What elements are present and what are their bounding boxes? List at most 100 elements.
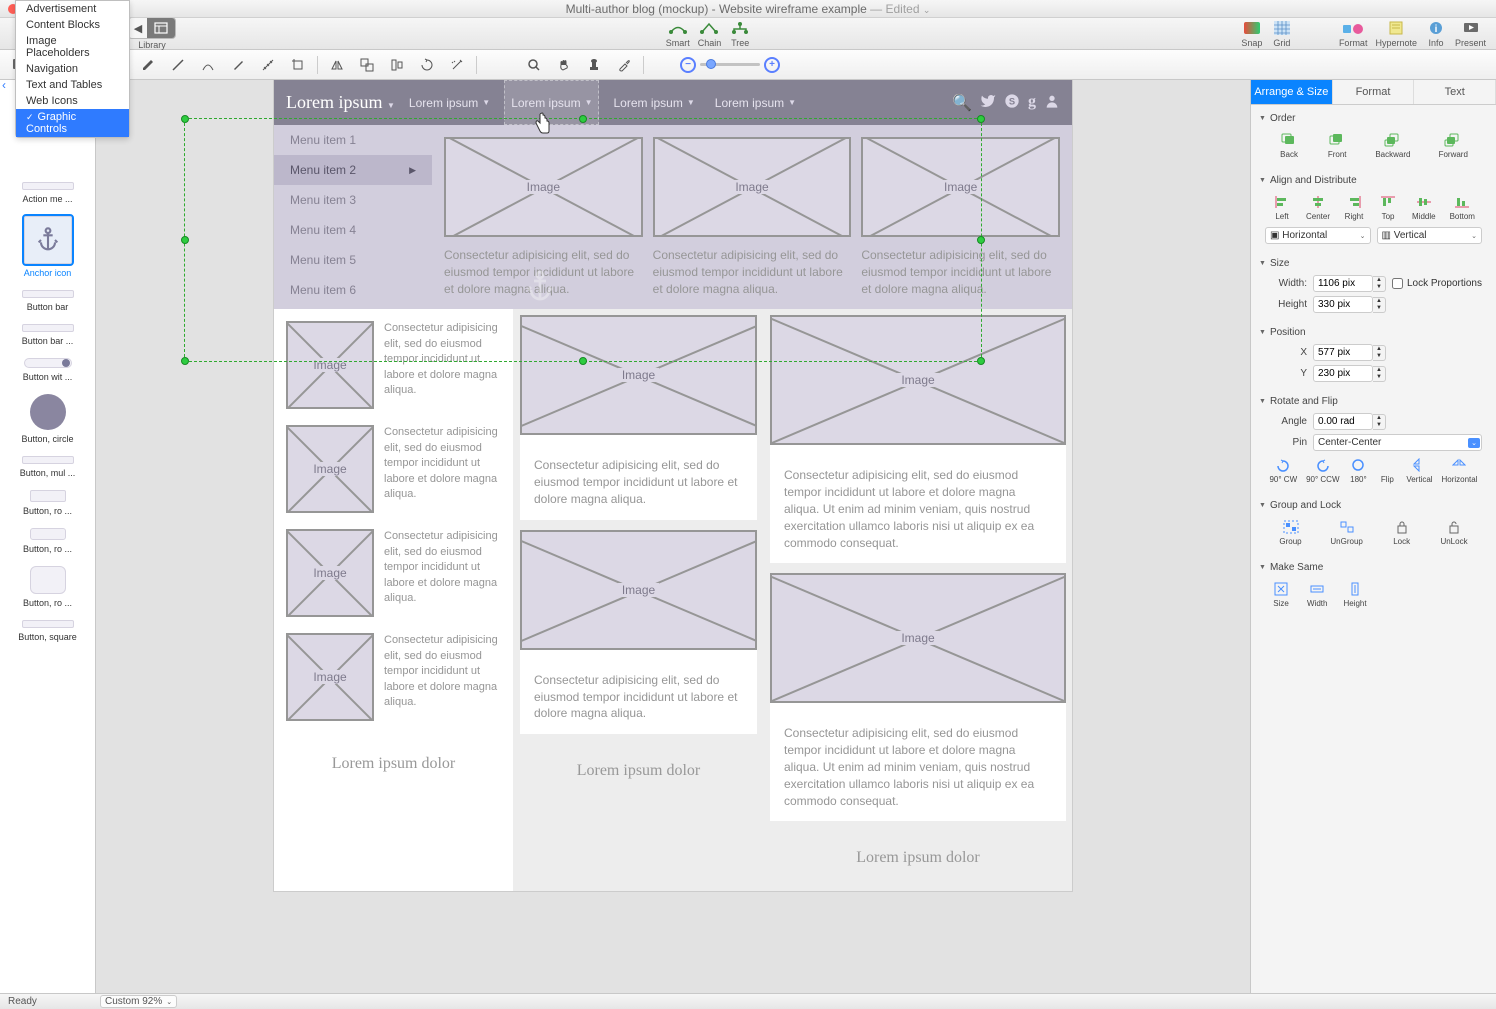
order-back-button[interactable]: Back (1279, 132, 1299, 159)
magic-icon[interactable] (446, 55, 468, 75)
format-button[interactable]: Format (1339, 19, 1368, 48)
lock-proportions-checkbox[interactable]: Lock Proportions (1392, 278, 1482, 289)
wf-menu-item[interactable]: Menu item 4 (274, 215, 432, 245)
unlock-button[interactable]: UnLock (1440, 519, 1467, 546)
wf-nav-item[interactable]: Lorem ipsum▼ (403, 96, 496, 110)
dropdown-item-selected[interactable]: ✓Graphic Controls (16, 109, 129, 137)
same-width-button[interactable]: Width (1307, 581, 1327, 608)
tab-text[interactable]: Text (1414, 80, 1496, 104)
library-item[interactable]: Button bar ... (0, 318, 95, 352)
x-input[interactable]: ▲▼ (1313, 344, 1482, 361)
dropdown-item[interactable]: Web Icons (16, 93, 129, 109)
section-header[interactable]: Make Same (1259, 558, 1488, 577)
rotate-icon[interactable] (416, 55, 438, 75)
dropdown-item[interactable]: Navigation (16, 61, 129, 77)
library-item[interactable]: Button, ro ... (0, 522, 95, 560)
search-icon[interactable]: 🔍 (952, 93, 972, 113)
zoom-combo[interactable]: Custom 92%⌄ (100, 995, 177, 1008)
align-icon[interactable] (386, 55, 408, 75)
back-icon[interactable]: ‹ (2, 78, 12, 88)
info-button[interactable]: iInfo (1425, 19, 1447, 48)
flip-vertical-button[interactable]: Vertical (1406, 457, 1432, 484)
library-item[interactable]: Button, circle (0, 388, 95, 450)
angle-input[interactable]: ▲▼ (1313, 413, 1482, 430)
lock-button[interactable]: Lock (1392, 519, 1412, 546)
flip-horizontal-button[interactable]: Horizontal (1441, 457, 1477, 484)
rotate-ccw-button[interactable]: 90° CCW (1306, 457, 1339, 484)
canvas[interactable]: Lorem ipsum ▼ Lorem ipsum▼ Lorem ipsum▼ … (96, 80, 1250, 993)
connector-tool-icon[interactable] (197, 55, 219, 75)
library-item[interactable]: Button, ro ... (0, 484, 95, 522)
connector-chain[interactable]: Chain (698, 19, 722, 48)
twitter-icon[interactable] (980, 93, 996, 113)
align-middle-button[interactable]: Middle (1412, 194, 1436, 221)
connector-smart[interactable]: Smart (666, 19, 690, 48)
wf-menu-item[interactable]: Menu item 6 (274, 275, 432, 305)
grid-button[interactable]: Grid (1271, 19, 1293, 48)
crop-tool-icon[interactable] (287, 55, 309, 75)
library-item[interactable]: Button wit ... (0, 352, 95, 388)
wf-menu-item-active[interactable]: Menu item 2▶ (274, 155, 432, 185)
width-input[interactable]: ▲▼ (1313, 275, 1386, 292)
rotate-180-button[interactable]: 180° (1348, 457, 1368, 484)
tab-format[interactable]: Format (1333, 80, 1415, 104)
y-input[interactable]: ▲▼ (1313, 365, 1482, 382)
skype-icon[interactable]: S (1004, 93, 1020, 113)
align-bottom-button[interactable]: Bottom (1450, 194, 1475, 221)
group-button[interactable]: Group (1279, 519, 1301, 546)
library-button[interactable]: ◀ Library (128, 17, 176, 50)
library-category-dropdown[interactable]: Advertisement Content Blocks Image Place… (15, 0, 130, 138)
distribute-vertical-select[interactable]: ▥ Vertical⌄ (1377, 227, 1483, 244)
wf-nav-item[interactable]: Lorem ipsum▼ (709, 96, 802, 110)
dropdown-item[interactable]: Advertisement (16, 1, 129, 17)
snap-button[interactable]: Snap (1241, 19, 1263, 48)
align-center-button[interactable]: Center (1306, 194, 1330, 221)
library-item[interactable]: Action me ... (0, 176, 95, 210)
connector-tree[interactable]: Tree (729, 19, 751, 48)
hand-tool-icon[interactable] (553, 55, 575, 75)
eyedropper-tool-icon[interactable] (613, 55, 635, 75)
distribute-horizontal-select[interactable]: ▣ Horizontal⌄ (1265, 227, 1371, 244)
zoom-in-icon[interactable]: + (764, 57, 780, 73)
pin-select[interactable]: Center-Center⌄ (1313, 434, 1482, 451)
user-icon[interactable] (1044, 93, 1060, 113)
order-forward-button[interactable]: Forward (1439, 132, 1468, 159)
order-backward-button[interactable]: Backward (1375, 132, 1410, 159)
library-item[interactable]: Button, mul ... (0, 450, 95, 484)
hflip-icon[interactable] (326, 55, 348, 75)
section-header[interactable]: Order (1259, 109, 1488, 128)
tab-arrange-size[interactable]: Arrange & Size (1251, 80, 1333, 104)
dropdown-item[interactable]: Content Blocks (16, 17, 129, 33)
same-size-button[interactable]: Size (1271, 581, 1291, 608)
pencil-tool-icon[interactable] (137, 55, 159, 75)
google-icon[interactable]: g (1028, 93, 1036, 113)
wf-menu-item[interactable]: Menu item 1 (274, 125, 432, 155)
section-header[interactable]: Size (1259, 254, 1488, 273)
wf-nav-item-hover[interactable]: Lorem ipsum▼ (504, 80, 599, 125)
zoom-slider[interactable]: − + (680, 57, 780, 73)
library-item[interactable]: Button bar (0, 284, 95, 318)
align-left-button[interactable]: Left (1272, 194, 1292, 221)
wf-nav-item[interactable]: Lorem ipsum▼ (607, 96, 700, 110)
height-input[interactable]: ▲▼ (1313, 296, 1482, 313)
align-top-button[interactable]: Top (1378, 194, 1398, 221)
measure-tool-icon[interactable] (257, 55, 279, 75)
section-header[interactable]: Position (1259, 323, 1488, 342)
artboard[interactable]: Lorem ipsum ▼ Lorem ipsum▼ Lorem ipsum▼ … (274, 80, 1072, 891)
section-header[interactable]: Group and Lock (1259, 496, 1488, 515)
order-front-button[interactable]: Front (1327, 132, 1347, 159)
zoom-tool-icon[interactable] (523, 55, 545, 75)
align-right-button[interactable]: Right (1344, 194, 1364, 221)
library-item[interactable]: Button, ro ... (0, 560, 95, 614)
stamp-tool-icon[interactable] (583, 55, 605, 75)
same-height-button[interactable]: Height (1343, 581, 1366, 608)
dropdown-item[interactable]: Text and Tables (16, 77, 129, 93)
line-tool-icon[interactable] (167, 55, 189, 75)
section-header[interactable]: Rotate and Flip (1259, 392, 1488, 411)
rotate-cw-button[interactable]: 90° CW (1269, 457, 1297, 484)
hypernote-button[interactable]: Hypernote (1375, 19, 1417, 48)
zoom-out-icon[interactable]: − (680, 57, 696, 73)
library-item[interactable]: Button, square (0, 614, 95, 648)
present-button[interactable]: Present (1455, 19, 1486, 48)
group-icon[interactable] (356, 55, 378, 75)
